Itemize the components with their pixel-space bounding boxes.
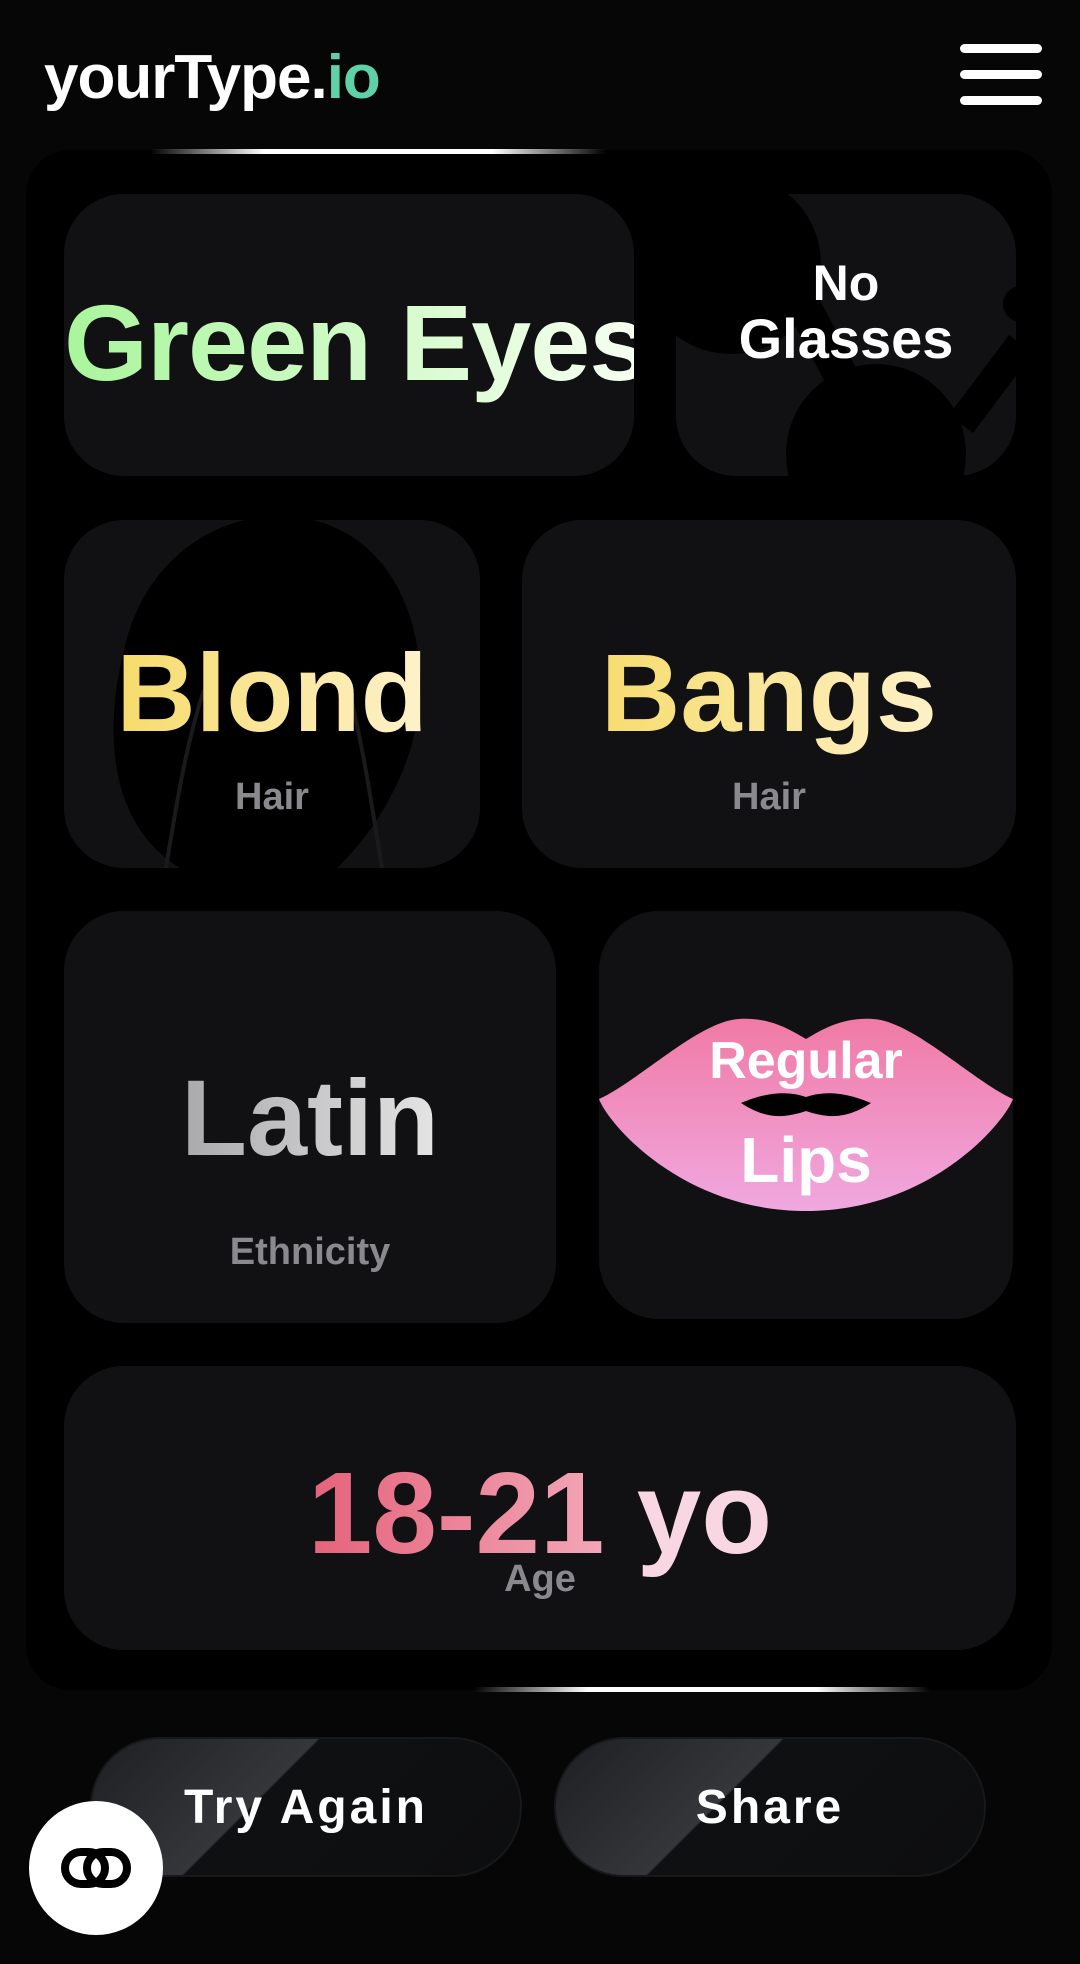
hair-style-value: Bangs (522, 630, 1016, 757)
glasses-value-line2: Glasses (738, 307, 954, 370)
ethnicity-card: Latin Ethnicity (64, 911, 556, 1323)
hamburger-menu-icon[interactable] (958, 40, 1044, 112)
hair-style-card: Bangs Hair (522, 520, 1016, 868)
hair-color-caption: Hair (235, 776, 309, 818)
panel-bottom-divider (474, 1687, 930, 1692)
lips-card: Regular Lips (599, 911, 1013, 1319)
eyes-card: Green Eyes (64, 194, 634, 476)
hair-style-caption: Hair (732, 776, 806, 818)
lips-value-line1: Regular (709, 1032, 903, 1090)
link-button[interactable] (29, 1801, 163, 1935)
link-icon (61, 1848, 131, 1888)
glasses-value-line1: No (812, 255, 880, 311)
logo-main-text: yourType. (44, 43, 328, 112)
lips-value-line2: Lips (740, 1124, 872, 1196)
lips-icon (599, 1018, 1013, 1211)
app-logo[interactable]: yourType.io (44, 42, 381, 113)
glasses-card: No Glasses (676, 194, 1016, 476)
app-header: yourType.io (0, 0, 1080, 160)
ethnicity-value: Latin (64, 1055, 556, 1180)
logo-suffix-text: io (326, 43, 381, 112)
age-card: 18-21 yo Age (64, 1366, 1016, 1650)
eyes-value: Green Eyes (64, 282, 634, 403)
panel-top-divider (150, 149, 606, 154)
ethnicity-caption: Ethnicity (229, 1231, 391, 1273)
hair-color-card: Blond Hair (64, 520, 480, 868)
age-caption: Age (504, 1558, 576, 1600)
share-button[interactable]: Share (554, 1737, 986, 1877)
hair-color-value: Blond (64, 630, 480, 757)
share-label: Share (695, 1780, 845, 1834)
